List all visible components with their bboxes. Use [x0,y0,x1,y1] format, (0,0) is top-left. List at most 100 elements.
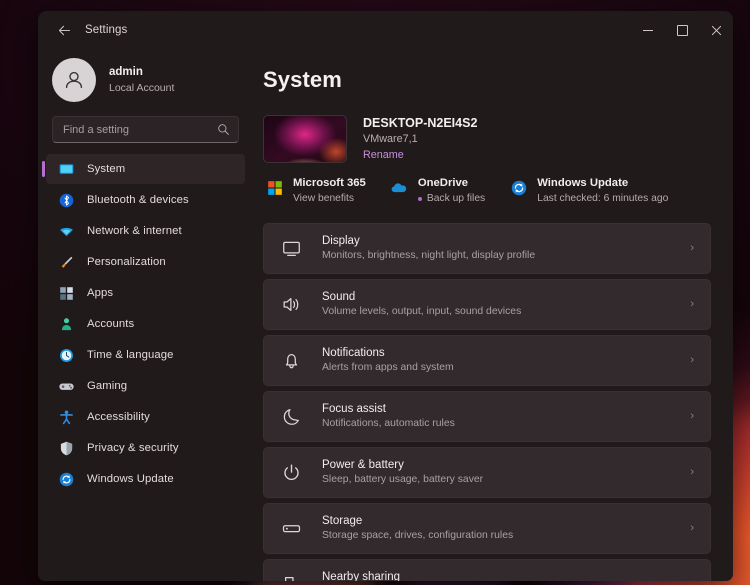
main-content: System DESKTOP-N2EI4S2 VMware7,1 Rename … [253,49,733,581]
chevron-right-icon: › [690,466,697,478]
onedrive-cloud-icon [390,179,408,197]
quick-link-subtitle: View benefits [293,192,366,206]
sidebar-item-personalization[interactable]: Personalization [46,247,245,277]
sidebar-item-time-language[interactable]: Time & language [46,340,245,370]
gamepad-icon [58,378,75,395]
power-icon [280,461,302,483]
apps-grid-icon [58,285,75,302]
settings-card-list: DisplayMonitors, brightness, night light… [263,223,711,581]
settings-card-subtitle: Storage space, drives, configuration rul… [322,529,690,544]
shield-icon [58,440,75,457]
settings-card-display[interactable]: DisplayMonitors, brightness, night light… [263,223,711,274]
chevron-right-icon: › [690,298,697,310]
device-summary: DESKTOP-N2EI4S2 VMware7,1 Rename [263,114,711,163]
chevron-right-icon: › [690,354,697,366]
onedrive-cloud-icon [390,178,409,197]
sidebar-item-bluetooth-devices[interactable]: Bluetooth & devices [46,185,245,215]
search-icon [217,123,230,136]
account-card[interactable]: admin Local Account [38,49,253,116]
settings-card-subtitle: Alerts from apps and system [322,361,690,376]
quick-link-microsoft-365[interactable]: Microsoft 365View benefits [265,176,366,206]
sidebar-item-label: Privacy & security [87,442,179,454]
back-button[interactable] [49,16,79,44]
update-sync-icon [510,179,528,197]
bell-icon [280,349,302,371]
search-container [38,116,253,152]
quick-link-subtitle-text: Last checked: 6 minutes ago [537,192,668,206]
quick-links: Microsoft 365View benefits OneDriveBack u… [263,176,711,206]
close-button[interactable] [699,11,733,49]
accounts-icon [58,316,75,333]
person-avatar-icon [61,67,87,93]
settings-card-title: Nearby sharing [322,569,690,581]
back-arrow-icon [57,23,72,38]
share-icon [280,573,302,581]
maximize-button[interactable] [665,11,699,49]
settings-card-title: Sound [322,289,690,305]
sidebar-item-windows-update[interactable]: Windows Update [46,464,245,494]
sidebar-item-label: Time & language [87,349,174,361]
close-icon [711,25,722,36]
settings-card-power-battery[interactable]: Power & batterySleep, battery usage, bat… [263,447,711,498]
search-input[interactable] [63,124,217,136]
display-monitor-icon [280,237,302,259]
sidebar-nav: System Bluetooth & devices Network & inter… [38,152,253,581]
moon-icon [281,406,302,427]
avatar [52,58,96,102]
paintbrush-icon [58,254,75,271]
sidebar-item-network-internet[interactable]: Network & internet [46,216,245,246]
sidebar-item-label: Windows Update [87,473,174,485]
sidebar: admin Local Account System Bluetooth & de… [38,49,253,581]
accessibility-icon [58,409,75,426]
moon-icon [280,405,302,427]
quick-link-windows-update[interactable]: Windows UpdateLast checked: 6 minutes ag… [509,176,668,206]
settings-card-notifications[interactable]: NotificationsAlerts from apps and system… [263,335,711,386]
settings-card-title: Focus assist [322,401,690,417]
settings-card-sound[interactable]: SoundVolume levels, output, input, sound… [263,279,711,330]
sidebar-item-label: Bluetooth & devices [87,194,189,206]
sidebar-item-accounts[interactable]: Accounts [46,309,245,339]
search-box[interactable] [52,116,239,143]
account-name: admin [109,65,174,81]
microsoft-365-icon [265,178,284,197]
window-controls [631,11,733,49]
settings-card-storage[interactable]: StorageStorage space, drives, configurat… [263,503,711,554]
settings-card-nearby-sharing[interactable]: Nearby sharingDiscoverability, received … [263,559,711,581]
settings-card-text: Nearby sharingDiscoverability, received … [322,569,690,581]
quick-link-text: Microsoft 365View benefits [293,176,366,206]
settings-card-title: Power & battery [322,457,690,473]
settings-card-subtitle: Volume levels, output, input, sound devi… [322,305,690,320]
bluetooth-icon [58,192,75,209]
rename-link[interactable]: Rename [363,148,477,164]
window-title: Settings [85,24,127,36]
sidebar-item-gaming[interactable]: Gaming [46,371,245,401]
quick-link-subtitle: Back up files [418,192,485,206]
sidebar-item-privacy-security[interactable]: Privacy & security [46,433,245,463]
device-info: DESKTOP-N2EI4S2 VMware7,1 Rename [363,114,477,163]
update-sync-icon [58,471,75,488]
shield-icon [58,440,75,457]
accounts-icon [58,316,75,333]
drive-icon [281,518,302,539]
settings-card-text: Power & batterySleep, battery usage, bat… [322,457,690,488]
settings-card-title: Notifications [322,345,690,361]
clock-globe-icon [58,347,75,364]
sidebar-item-accessibility[interactable]: Accessibility [46,402,245,432]
quick-link-text: OneDriveBack up files [418,176,485,206]
page-title: System [263,67,711,93]
device-name: DESKTOP-N2EI4S2 [363,114,477,132]
settings-window: Settings admin [38,11,733,581]
monitor-icon [58,161,75,178]
sidebar-item-apps[interactable]: Apps [46,278,245,308]
settings-card-focus-assist[interactable]: Focus assistNotifications, automatic rul… [263,391,711,442]
minimize-button[interactable] [631,11,665,49]
window-body: admin Local Account System Bluetooth & de… [38,49,733,581]
bluetooth-icon [58,192,75,209]
sidebar-item-label: Network & internet [87,225,182,237]
speaker-icon [281,294,302,315]
speaker-icon [280,293,302,315]
quick-link-onedrive[interactable]: OneDriveBack up files [390,176,485,206]
apps-grid-icon [58,285,75,302]
chevron-right-icon: › [690,522,697,534]
sidebar-item-system[interactable]: System [46,154,245,184]
